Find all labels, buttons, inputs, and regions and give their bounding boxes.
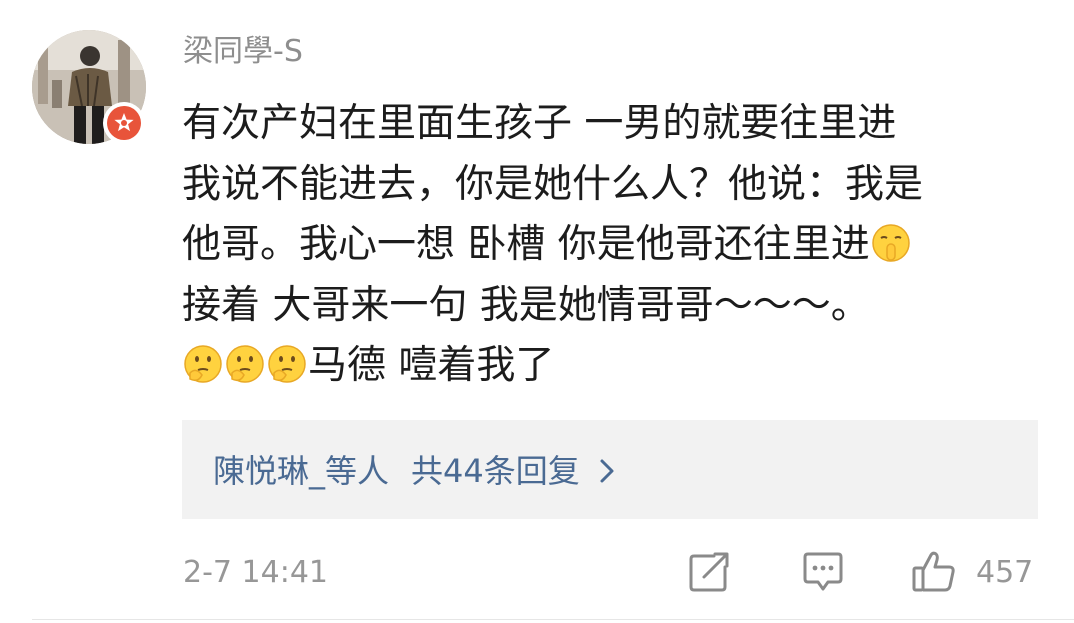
verified-star-badge-icon: [114, 113, 134, 132]
replies-link[interactable]: 陳悦琳_等人 共44条回复: [213, 448, 620, 492]
thinking-face-emoji-icon: [224, 343, 266, 385]
comment-timestamp: 2-7 14:41: [183, 555, 328, 590]
comment-text: 有次产妇在里面生孩子 一男的就要往里进 我说不能进去，你是她什么人？他说：我是 …: [182, 94, 1062, 397]
hush-face-emoji-icon: [870, 222, 912, 264]
replies-preview[interactable]: 陳悦琳_等人 共44条回复: [182, 420, 1038, 519]
like-count[interactable]: 457: [976, 553, 1033, 593]
comment-line: 马德 噎着我了: [182, 336, 1062, 397]
replies-count: 共44条回复: [411, 452, 580, 490]
comment-icon[interactable]: [800, 549, 846, 595]
username[interactable]: 梁同學-S: [183, 32, 303, 72]
comment-card: 梁同學-S 有次产妇在里面生孩子 一男的就要往里进 我说不能进去，你是她什么人？…: [0, 0, 1074, 623]
chevron-right-icon: [594, 456, 620, 486]
divider: [32, 619, 1074, 620]
comment-line: 我说不能进去，你是她什么人？他说：我是: [182, 161, 924, 207]
comment-line: 接着 大哥来一句 我是她情哥哥～～～。: [182, 282, 870, 328]
thinking-face-emoji-icon: [182, 343, 224, 385]
comment-line: 他哥。我心一想 卧槽 你是他哥还往里进: [182, 215, 1062, 276]
thumbs-up-icon[interactable]: [911, 549, 957, 595]
thinking-face-emoji-icon: [266, 343, 308, 385]
share-icon[interactable]: [686, 549, 732, 595]
verified-badge: [103, 102, 145, 144]
replies-users: 陳悦琳_等人: [213, 452, 390, 490]
comment-line: 有次产妇在里面生孩子 一男的就要往里进: [182, 101, 897, 146]
